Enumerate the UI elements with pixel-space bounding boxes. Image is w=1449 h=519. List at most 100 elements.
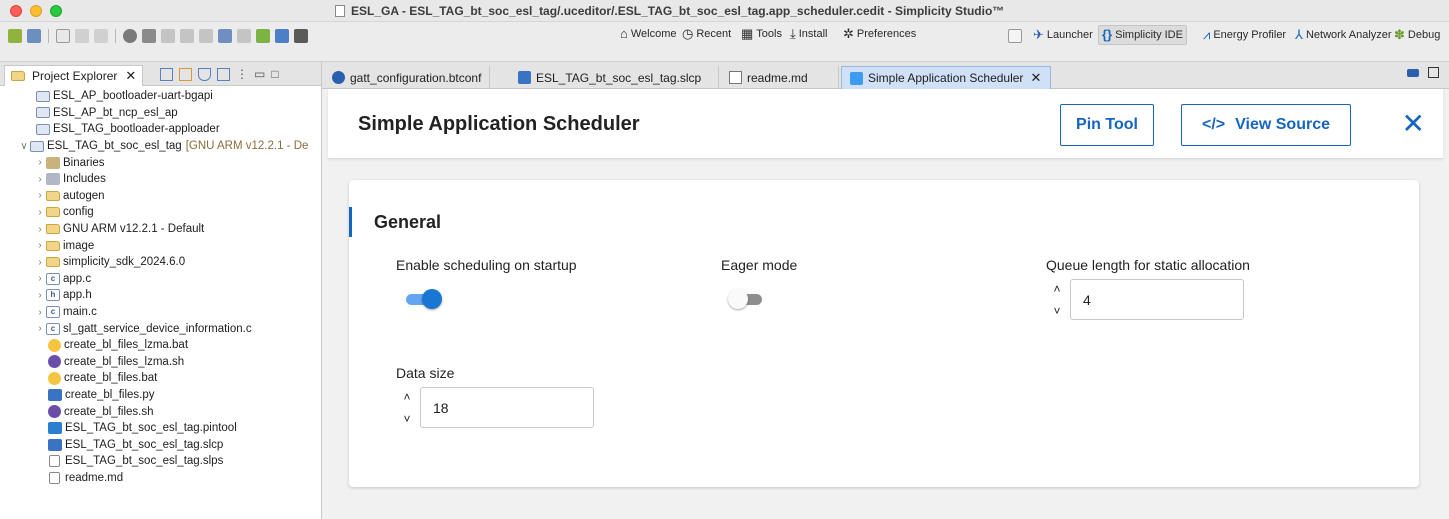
filter-icon[interactable] <box>198 67 211 81</box>
next-annotation-icon[interactable] <box>161 29 175 43</box>
tree-item[interactable]: ESL_AP_bootloader-uart-bgapi <box>0 88 321 105</box>
chevron-right-icon[interactable]: › <box>34 323 46 334</box>
tools-link[interactable]: ▦ Tools <box>741 27 782 41</box>
chevron-right-icon[interactable]: › <box>34 190 46 201</box>
tree-item[interactable]: › Includes <box>0 171 321 188</box>
recent-link[interactable]: ◷ Recent <box>682 27 731 41</box>
prev-annotation-icon[interactable] <box>180 29 194 43</box>
forward-icon[interactable] <box>237 29 251 43</box>
chevron-right-icon[interactable]: › <box>34 174 46 185</box>
tree-item[interactable]: › image <box>0 237 321 254</box>
sh-file-icon <box>48 355 61 369</box>
install-link[interactable]: ⤓ Install <box>790 27 828 41</box>
close-tab-icon[interactable]: ✕ <box>1030 70 1041 86</box>
tab-readme[interactable]: readme.md <box>721 66 839 89</box>
tree-item[interactable]: › h app.h <box>0 287 321 304</box>
data-size-input[interactable]: 18 <box>420 387 594 428</box>
tab-gatt-configuration[interactable]: gatt_configuration.btconf <box>324 66 491 89</box>
eager-mode-toggle[interactable] <box>728 288 768 310</box>
view-menu-icon[interactable]: ⋮ <box>236 67 248 81</box>
perspective-launcher[interactable]: ✈ Launcher <box>1030 25 1096 45</box>
tab-project-explorer[interactable]: Project Explorer ✕ <box>4 65 144 86</box>
new-project-icon[interactable] <box>256 29 270 43</box>
chevron-right-icon[interactable]: › <box>34 240 46 251</box>
increment-icon[interactable]: ˄ <box>1053 282 1060 296</box>
bat-file-icon <box>48 338 61 352</box>
tree-item[interactable]: ESL_TAG_bt_soc_esl_tag.slps <box>0 453 321 470</box>
chevron-right-icon[interactable]: › <box>34 290 46 301</box>
chevron-right-icon[interactable]: › <box>34 157 46 168</box>
pin-tool-button[interactable]: Pin Tool <box>1060 104 1154 146</box>
view-source-button[interactable]: </> View Source <box>1181 104 1351 146</box>
tree-item[interactable]: › c main.c <box>0 304 321 321</box>
settings-icon[interactable] <box>123 29 137 43</box>
focus-icon[interactable] <box>217 67 230 81</box>
tree-item[interactable]: › autogen <box>0 188 321 205</box>
chevron-right-icon[interactable]: › <box>34 273 46 284</box>
tab-simple-application-scheduler[interactable]: Simple Application Scheduler ✕ <box>841 66 1051 89</box>
perspective-simplicity-ide[interactable]: {} Simplicity IDE <box>1098 25 1187 45</box>
increment-icon[interactable]: ˄ <box>403 390 410 404</box>
tree-item[interactable]: ESL_TAG_bt_soc_esl_tag.pintool <box>0 420 321 437</box>
tree-item[interactable]: › GNU ARM v12.2.1 - Default <box>0 221 321 238</box>
tools-icon[interactable] <box>142 29 156 43</box>
close-editor-button[interactable]: ✕ <box>1402 110 1425 138</box>
save-all-icon[interactable] <box>94 29 108 43</box>
scheduling-toggle[interactable] <box>404 288 444 310</box>
project-closed-icon <box>36 107 50 119</box>
welcome-link[interactable]: ⌂ Welcome <box>620 27 677 41</box>
tree-item[interactable]: ∨ ESL_TAG_bt_soc_esl_tag [GNU ARM v12.2.1 … <box>0 138 321 155</box>
collapse-all-icon[interactable] <box>160 67 173 81</box>
perspective-network-analyzer[interactable]: ⅄ Network Analyzer <box>1292 25 1395 45</box>
tree-item[interactable]: create_bl_files.sh <box>0 403 321 420</box>
tree-item[interactable]: › c app.c <box>0 271 321 288</box>
tab-slcp[interactable]: ESL_TAG_bt_soc_esl_tag.slcp <box>510 66 719 89</box>
preferences-link[interactable]: ✲ Preferences <box>843 27 916 41</box>
project-explorer-tabbar: Project Explorer ✕ ⋮ ▭ □ <box>0 62 321 86</box>
tree-item[interactable]: › Binaries <box>0 154 321 171</box>
tree-item[interactable]: create_bl_files_lzma.bat <box>0 337 321 354</box>
back-history-icon[interactable] <box>199 29 213 43</box>
tree-item[interactable]: › config <box>0 204 321 221</box>
save-icon[interactable] <box>75 29 89 43</box>
new-file-icon[interactable] <box>56 29 70 43</box>
tree-item[interactable]: create_bl_files_lzma.sh <box>0 354 321 371</box>
tree-item[interactable]: create_bl_files.py <box>0 387 321 404</box>
perspective-debug[interactable]: ✽ Debug <box>1391 25 1443 45</box>
chevron-right-icon[interactable]: › <box>34 257 46 268</box>
minimize-editor-icon[interactable] <box>1407 69 1419 77</box>
minimize-view-icon[interactable]: ▭ <box>254 67 265 81</box>
compare-icon[interactable] <box>294 29 308 43</box>
maximize-editor-icon[interactable] <box>1428 67 1439 78</box>
tree-item[interactable]: ESL_AP_bt_ncp_esl_ap <box>0 105 321 122</box>
decrement-icon[interactable]: ˅ <box>403 412 410 426</box>
maximize-view-icon[interactable]: □ <box>271 67 278 81</box>
back-icon[interactable] <box>218 29 232 43</box>
tree-item[interactable]: create_bl_files.bat <box>0 370 321 387</box>
chevron-right-icon[interactable]: › <box>34 207 46 218</box>
queue-length-input[interactable]: 4 <box>1070 279 1244 320</box>
chevron-right-icon[interactable]: › <box>34 307 46 318</box>
py-file-icon <box>48 388 62 401</box>
chevron-right-icon[interactable]: › <box>34 224 46 235</box>
open-perspective-icon[interactable] <box>1008 29 1022 43</box>
tree-item[interactable]: ESL_TAG_bt_soc_esl_tag.slcp <box>0 436 321 453</box>
minimize-window-button[interactable] <box>30 5 42 17</box>
perspective-energy-profiler[interactable]: ⩘ Energy Profiler <box>1200 25 1289 45</box>
zoom-window-button[interactable] <box>50 5 62 17</box>
gear-icon: ✲ <box>843 26 854 41</box>
tree-item[interactable]: ESL_TAG_bootloader-apploader <box>0 121 321 138</box>
scheduling-label: Enable scheduling on startup <box>396 257 577 273</box>
debug-launch-icon[interactable] <box>27 29 41 43</box>
tree-item[interactable]: › simplicity_sdk_2024.6.0 <box>0 254 321 271</box>
tree-item[interactable]: › c sl_gatt_service_device_information.c <box>0 320 321 337</box>
braces-icon: {} <box>1102 27 1113 42</box>
chevron-down-icon[interactable]: ∨ <box>18 141 30 152</box>
build-icon[interactable] <box>8 29 22 43</box>
link-editor-icon[interactable] <box>179 67 192 81</box>
close-tab-icon[interactable]: ✕ <box>125 68 136 84</box>
flash-icon[interactable] <box>275 29 289 43</box>
tree-item[interactable]: readme.md <box>0 470 321 487</box>
close-window-button[interactable] <box>10 5 22 17</box>
decrement-icon[interactable]: ˅ <box>1053 304 1060 318</box>
